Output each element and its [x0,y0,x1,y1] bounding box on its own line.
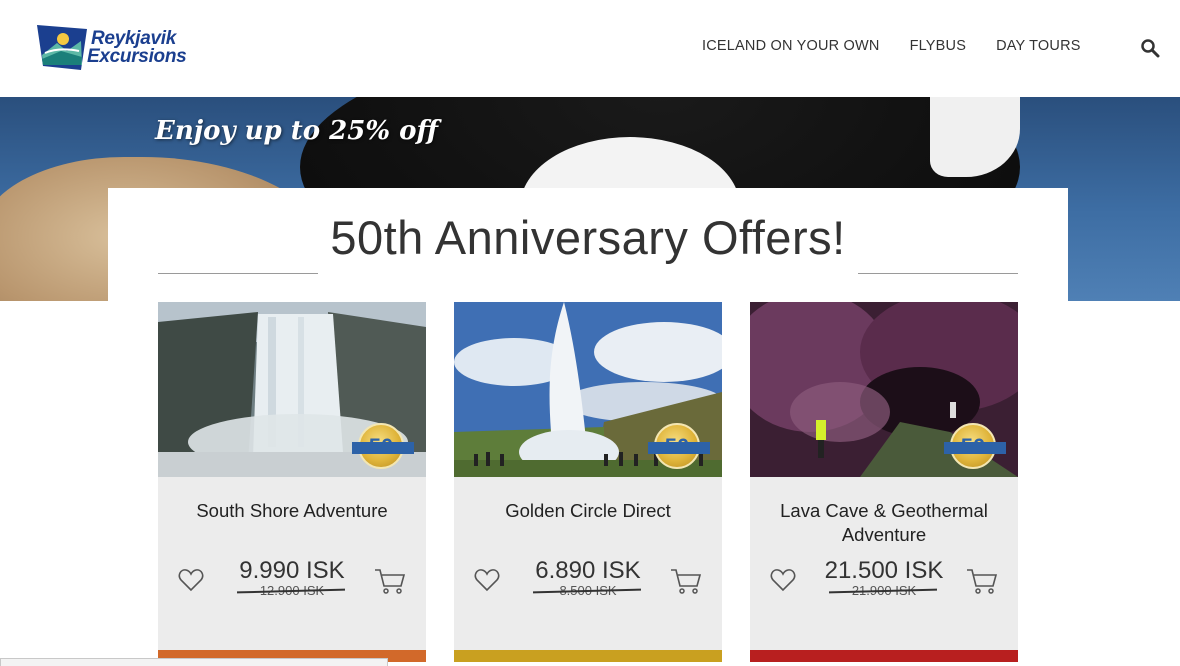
cart-icon[interactable] [670,567,702,595]
logo-link[interactable]: Reykjavik Excursions [37,25,187,70]
site-header: Reykjavik Excursions ICELAND ON YOUR OWN… [0,0,1180,97]
card-title[interactable]: Lava Cave & Geothermal Adventure [760,499,1008,547]
search-icon[interactable] [1140,38,1160,58]
cart-icon[interactable] [374,567,406,595]
browser-status-bar [0,658,388,666]
offers-panel: 50th Anniversary Offers! 50 South Shore … [108,188,1068,666]
card-image-geyser[interactable]: 50 [454,302,722,477]
nav-day-tours[interactable]: DAY TOURS [996,38,1081,54]
offer-card-golden-circle[interactable]: 50 Golden Circle Direct 6.890 ISK 8.500 … [454,302,722,662]
title-divider-left [158,273,318,274]
section-title-row: 50th Anniversary Offers! [158,210,1018,274]
title-divider-right [858,273,1018,274]
logo-text-line1: Reykjavik [91,27,176,49]
card-title[interactable]: Golden Circle Direct [464,499,712,523]
card-color-bar [750,650,1018,662]
card-title[interactable]: South Shore Adventure [168,499,416,523]
nav-flybus[interactable]: FLYBUS [910,38,967,54]
card-image-waterfall[interactable]: 50 [158,302,426,477]
anniversary-badge: 50 [944,423,1006,469]
card-color-bar [454,650,722,662]
anniversary-badge: 50 [648,423,710,469]
anniversary-badge: 50 [352,423,414,469]
nav-iceland-on-your-own[interactable]: ICELAND ON YOUR OWN [702,38,880,54]
card-image-lava-cave[interactable]: 50 [750,302,1018,477]
cart-icon[interactable] [966,567,998,595]
offer-card-south-shore[interactable]: 50 South Shore Adventure 9.990 ISK 12.90… [158,302,426,662]
logo-icon [37,25,87,70]
section-title: 50th Anniversary Offers! [330,211,846,264]
promo-text: Enjoy up to 25% off [155,116,438,146]
offer-card-lava-cave[interactable]: 50 Lava Cave & Geothermal Adventure 21.5… [750,302,1018,662]
logo-text-line2: Excursions [87,45,187,67]
main-nav: ICELAND ON YOUR OWN FLYBUS DAY TOURS [702,38,1111,54]
